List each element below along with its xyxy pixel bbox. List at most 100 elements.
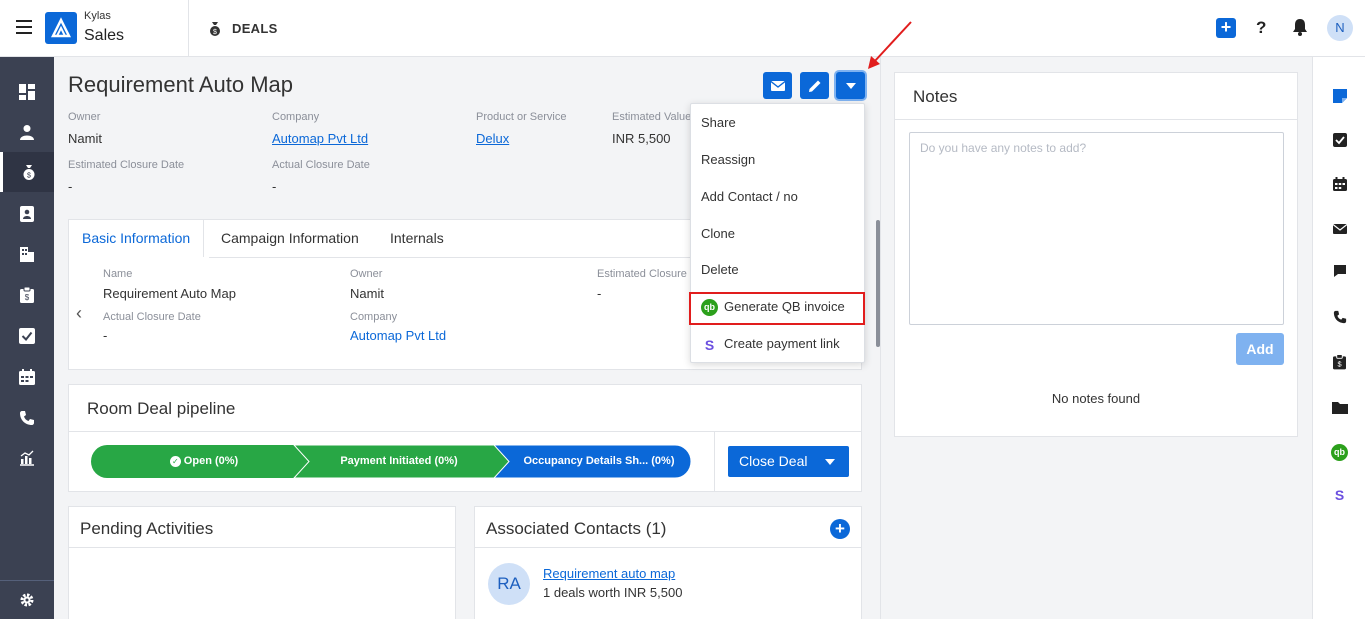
quickbooks-icon[interactable]: qb [1313,437,1365,467]
actual-closure-label: Actual Closure Date [272,159,370,171]
stripe-icon: S [704,336,715,353]
add-note-button[interactable]: Add [1236,333,1284,365]
calendar-icon[interactable] [0,357,54,397]
svg-text:$: $ [213,29,217,36]
estimated-value-label: Estimated Value [612,111,692,123]
svg-text:$: $ [25,293,30,302]
stage-payment-initiated[interactable]: Payment Initiated (0%) [309,445,489,478]
estimated-closure-value: - [68,179,73,194]
user-icon[interactable] [0,112,54,152]
pencil-icon [808,80,820,92]
stripe-icon[interactable]: S [1313,480,1365,510]
task-check-icon[interactable] [1313,125,1365,155]
tab-owner-label: Owner [350,268,383,280]
card-divider [475,547,861,548]
tasks-icon[interactable] [0,316,54,356]
topbar-divider [188,0,189,57]
edit-button[interactable] [800,72,829,99]
add-icon[interactable]: + [1216,18,1236,38]
tab-internals[interactable]: Internals [377,220,457,257]
svg-text:$: $ [27,173,31,180]
associated-contacts-card: Associated Contacts (1) + RA Requirement… [474,506,862,619]
company-label: Company [272,111,320,123]
email-button[interactable] [763,72,792,99]
add-contact-plus-icon[interactable]: + [830,519,850,539]
check-circle-icon: ✓ [169,455,181,467]
annotation-arrow-icon [868,21,912,69]
phone-icon[interactable] [1313,302,1365,332]
contact-summary: 1 deals worth INR 5,500 [543,585,683,600]
tab-actual-closure-value: - [103,328,108,343]
menu-item-share[interactable]: Share [691,106,864,140]
tab-campaign-information[interactable]: Campaign Information [208,220,372,257]
calendar-icon[interactable] [1313,169,1365,199]
product-link[interactable]: Delux [476,131,509,146]
money-bag-icon: $ [207,20,223,41]
tab-estimated-closure-label: Estimated Closure [597,268,687,280]
notes-panel: Notes Add No notes found [894,72,1298,437]
brand-name: Sales [84,27,125,44]
company-link[interactable]: Automap Pvt Ltd [272,131,368,146]
tab-estimated-closure-value: - [597,286,602,301]
notes-title: Notes [913,87,958,106]
module-title: DEALS [232,21,278,36]
dashboard-icon[interactable] [0,72,54,112]
menu-item-clone[interactable]: Clone [691,217,864,251]
qb-invoice-highlight-box [689,292,865,325]
notes-input[interactable] [909,132,1284,325]
pipeline-title: Room Deal pipeline [87,399,236,418]
mail-icon[interactable] [1313,214,1365,244]
settings-gear-icon[interactable] [0,580,54,619]
deals-icon[interactable]: $ [0,152,54,192]
contact-name-link[interactable]: Requirement auto map [543,566,675,581]
user-avatar[interactable]: N [1327,15,1353,41]
close-deal-button[interactable]: Close Deal [728,446,849,477]
menu-item-add-contact[interactable]: Add Contact / no [691,180,864,214]
product-label: Product or Service [476,111,567,123]
menu-item-create-payment-link[interactable]: S Create payment link [691,327,864,361]
tab-company-link[interactable]: Automap Pvt Ltd [350,328,446,343]
content-scroll-track [880,57,881,619]
right-sidebar: $ qb S [1312,57,1365,619]
sticky-note-icon[interactable] [1313,81,1365,111]
phone-icon[interactable] [0,398,54,438]
estimated-closure-label: Estimated Closure Date [68,159,185,171]
stage-open[interactable]: ✓ Open (0%) [129,445,279,478]
company-icon[interactable] [0,234,54,274]
scrollbar-thumb[interactable] [876,220,880,347]
name-value: Requirement Auto Map [103,286,236,301]
help-icon[interactable]: ? [1256,18,1266,38]
contact-card-icon[interactable] [0,194,54,234]
quote-clipboard-icon[interactable]: $ [1313,347,1365,377]
menu-item-delete[interactable]: Delete [691,253,864,287]
chevron-left-icon[interactable]: ‹ [76,303,82,324]
tab-basic-information[interactable]: Basic Information [69,220,205,257]
folder-icon[interactable] [1313,392,1365,422]
envelope-icon [770,80,785,91]
left-sidebar: $ $ [0,57,54,619]
hamburger-menu-icon[interactable] [16,20,32,34]
brand-name-small: Kylas [84,10,111,22]
caret-down-icon[interactable] [825,459,835,465]
top-bar: Kylas Sales $ DEALS + ? N [0,0,1365,57]
tab-company-label: Company [350,311,398,323]
reports-icon[interactable] [0,438,54,478]
name-label: Name [103,268,133,280]
pending-activities-card: Pending Activities [68,506,456,619]
pipeline-panel: Room Deal pipeline ✓ Open (0%) Payment In… [68,384,862,492]
tab-actual-closure-label: Actual Closure Date [103,311,201,323]
bell-icon[interactable] [1292,18,1308,41]
associated-contacts-title: Associated Contacts (1) [486,519,667,538]
stage-occupancy-details[interactable]: Occupancy Details Sh... (0%) [509,445,689,478]
chat-icon[interactable] [1313,256,1365,286]
tab-owner-value: Namit [350,286,384,301]
caret-down-icon [845,82,856,89]
menu-item-reassign[interactable]: Reassign [691,143,864,177]
estimated-value: INR 5,500 [612,131,671,146]
actual-closure-value: - [272,179,277,194]
clipboard-icon[interactable]: $ [0,275,54,315]
svg-text:$: $ [1337,360,1341,369]
owner-value: Namit [68,131,102,146]
no-notes-message: No notes found [1051,391,1141,406]
kylas-logo[interactable] [45,12,77,44]
